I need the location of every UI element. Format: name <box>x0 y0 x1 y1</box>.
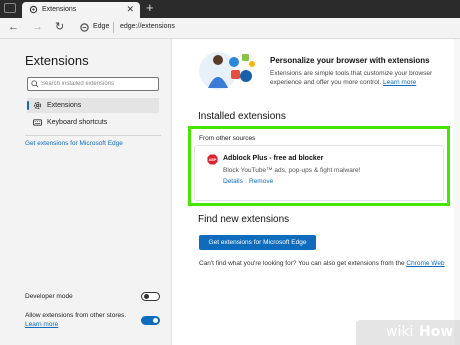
search-box[interactable] <box>27 77 159 91</box>
address-url[interactable]: edge://extensions <box>120 23 175 30</box>
close-tab-icon[interactable]: ✕ <box>126 4 134 15</box>
watermark-part2: How <box>419 324 454 340</box>
address-separator <box>113 22 114 33</box>
edge-logo-icon <box>80 23 89 32</box>
cant-find-text: Can't find what you're looking for? You … <box>199 260 460 267</box>
refresh-icon[interactable]: ↻ <box>55 21 64 33</box>
developer-mode-label: Developer mode <box>25 293 73 300</box>
allow-other-stores: Allow extensions from other stores. Lear… <box>25 311 143 329</box>
installed-extensions-heading: Installed extensions <box>198 111 286 122</box>
search-input[interactable] <box>41 79 153 89</box>
extension-name: Adblock Plus - free ad blocker <box>223 155 324 162</box>
from-other-sources-label: From other sources <box>199 135 256 142</box>
active-indicator <box>27 101 29 110</box>
promo-title: Personalize your browser with extensions <box>270 56 430 65</box>
tab-bar: Extensions ✕ + <box>0 0 460 18</box>
extension-details-link[interactable]: Details <box>223 178 243 185</box>
toggle-knob <box>153 318 158 323</box>
allow-learn-more-link[interactable]: Learn more <box>25 321 58 328</box>
sidebar-item-keyboard-shortcuts[interactable]: Keyboard shortcuts <box>27 115 159 130</box>
cant-find-label: Can't find what you're looking for? You … <box>199 260 405 267</box>
sidebar: Extensions Extensions Keyboard shortcuts… <box>0 39 172 345</box>
extension-description: Block YouTube™ ads, pop-ups & fight malw… <box>223 167 361 174</box>
tab-extensions[interactable]: Extensions ✕ <box>22 2 140 18</box>
personalize-illustration <box>199 52 255 90</box>
abp-icon-text: ABP <box>209 158 217 162</box>
extension-remove-link[interactable]: Remove <box>249 178 273 185</box>
find-new-extensions-heading: Find new extensions <box>198 214 290 225</box>
get-extensions-button[interactable]: Get extensions for Microsoft Edge <box>199 235 316 250</box>
keyboard-icon <box>33 119 42 126</box>
wikihow-watermark: wiki How <box>356 320 460 345</box>
adblock-plus-icon: ABP <box>207 154 218 165</box>
chrome-web-store-link[interactable]: Chrome Web <box>406 260 444 267</box>
gear-icon <box>33 101 42 110</box>
sidebar-item-label: Extensions <box>47 102 82 109</box>
toggle-knob <box>144 294 149 299</box>
scrollbar[interactable] <box>454 39 460 345</box>
developer-mode-toggle[interactable] <box>141 292 160 301</box>
sidebar-item-extensions[interactable]: Extensions <box>27 98 159 113</box>
sidebar-title: Extensions <box>25 53 89 68</box>
extensions-tab-icon <box>29 5 38 14</box>
back-icon[interactable]: ← <box>8 21 19 33</box>
tab-actions-icon[interactable] <box>4 3 16 13</box>
sidebar-item-label: Keyboard shortcuts <box>47 119 108 126</box>
sidebar-divider <box>25 135 161 136</box>
promo-learn-more-link[interactable]: Learn more <box>383 79 416 86</box>
search-icon <box>31 80 39 88</box>
browser-label: Edge <box>93 23 110 30</box>
tab-title: Extensions <box>42 6 77 13</box>
forward-icon[interactable]: → <box>32 21 43 33</box>
allow-other-stores-toggle[interactable] <box>141 316 160 325</box>
promo-body: Extensions are simple tools that customi… <box>270 69 450 87</box>
get-extensions-link[interactable]: Get extensions for Microsoft Edge <box>25 140 123 147</box>
new-tab-button[interactable]: + <box>146 1 154 15</box>
allow-other-label: Allow extensions from other stores. <box>25 312 127 319</box>
watermark-part1: wiki <box>386 324 414 340</box>
address-bar: ← → ↻ Edge edge://extensions <box>0 18 460 39</box>
